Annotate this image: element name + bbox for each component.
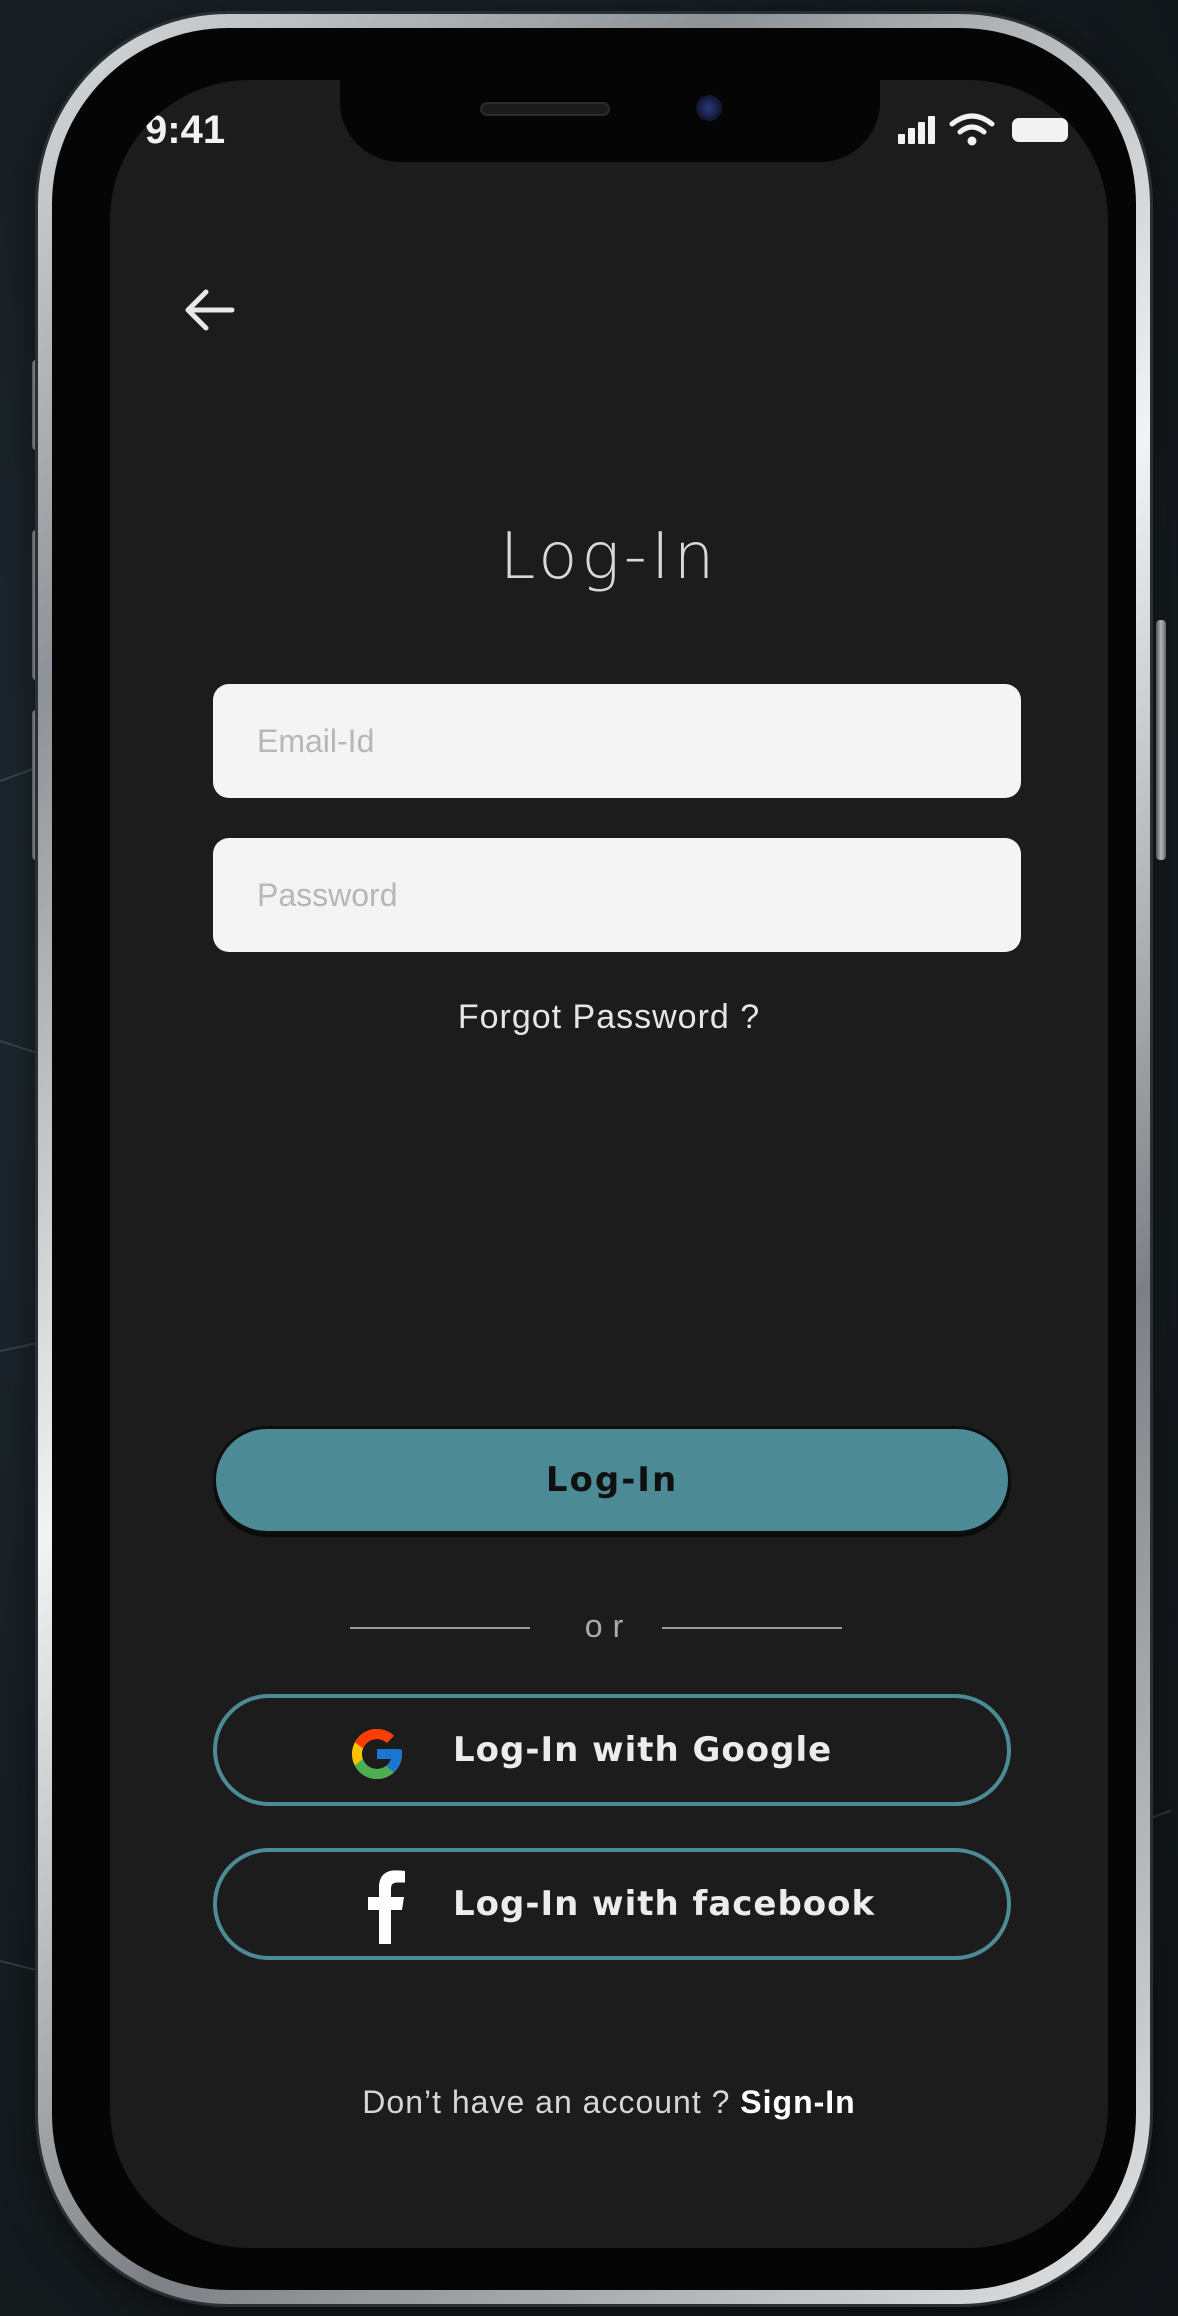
forgot-password-link[interactable]: Forgot Password ? [110, 998, 1108, 1037]
status-time: 9:41 [145, 108, 226, 152]
speaker-grille [480, 102, 610, 116]
battery-icon [1012, 118, 1068, 142]
signup-prompt: Don’t have an account ? Sign-In [110, 2084, 1108, 2121]
arrow-left-icon [185, 289, 235, 331]
signup-prompt-text: Don’t have an account ? [362, 2084, 731, 2120]
wifi-icon [949, 113, 995, 146]
facebook-login-button[interactable]: Log-In with facebook [213, 1848, 1011, 1960]
phone-screen: 9:41 Log-In Forgot Password ? Log-In or [110, 80, 1108, 2248]
password-field[interactable] [213, 838, 1021, 952]
google-login-label: Log-In with Google [453, 1730, 833, 1770]
sign-in-link[interactable]: Sign-In [740, 2084, 855, 2120]
front-camera [696, 95, 722, 121]
login-button[interactable]: Log-In [213, 1426, 1011, 1534]
facebook-login-label: Log-In with facebook [453, 1884, 876, 1924]
power-button [1156, 620, 1166, 860]
status-icons [888, 110, 1068, 150]
notch [340, 80, 880, 162]
email-field[interactable] [213, 684, 1021, 798]
page-title: Log-In [499, 520, 719, 594]
divider-label: or [584, 1608, 634, 1644]
divider-line-right [662, 1627, 842, 1629]
back-button[interactable] [170, 270, 250, 350]
google-login-button[interactable]: Log-In with Google [213, 1694, 1011, 1806]
or-divider: or [110, 1608, 1108, 1648]
